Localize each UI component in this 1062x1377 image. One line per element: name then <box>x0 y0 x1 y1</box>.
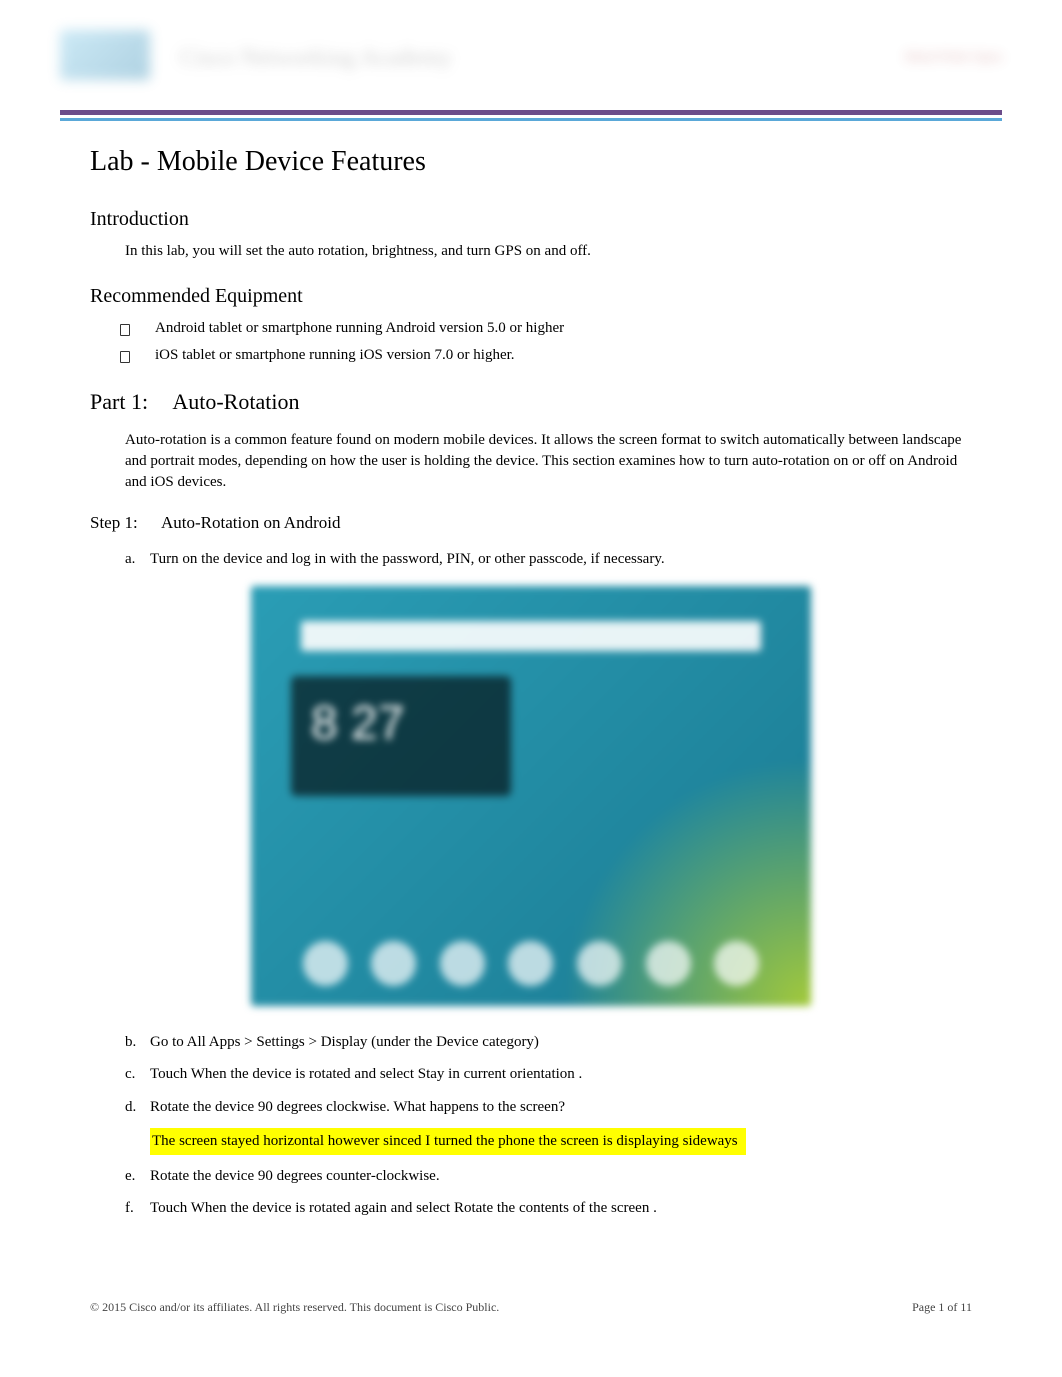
step-letter: e. <box>125 1165 150 1188</box>
list-item: Android tablet or smartphone running And… <box>120 320 972 337</box>
screenshot-app-icon <box>508 941 553 986</box>
screenshot-clock-widget: 8 27 <box>291 676 511 796</box>
step-letter: a. <box>125 548 150 571</box>
cisco-logo <box>60 30 150 80</box>
step-text: Rotate the device 90 degrees counter-clo… <box>150 1165 972 1188</box>
step-item-e: e. Rotate the device 90 degrees counter-… <box>125 1165 972 1188</box>
step-item-f: f. Touch When the device is rotated agai… <box>125 1197 972 1220</box>
screenshot-app-icon <box>303 941 348 986</box>
screenshot-app-icon <box>646 941 691 986</box>
banner-right-text: Mind Wide Open <box>905 50 1002 66</box>
footer: © 2015 Cisco and/or its affiliates. All … <box>60 1300 1002 1315</box>
screenshot-app-icon <box>714 941 759 986</box>
step-items: e. Rotate the device 90 degrees counter-… <box>125 1165 972 1220</box>
screenshot-app-icon <box>371 941 416 986</box>
step-items: b. Go to All Apps > Settings > Display (… <box>125 1031 972 1119</box>
step-item-c: c. Touch When the device is rotated and … <box>125 1063 972 1086</box>
screenshot-dock <box>251 941 811 986</box>
part-title: Auto-Rotation <box>172 389 299 414</box>
step-item-b: b. Go to All Apps > Settings > Display (… <box>125 1031 972 1054</box>
recommended-list: Android tablet or smartphone running And… <box>120 320 972 364</box>
step-number: Step 1: <box>90 513 138 533</box>
step-item-d: d. Rotate the device 90 degrees clockwis… <box>125 1096 972 1119</box>
page-title: Lab - Mobile Device Features <box>90 146 972 178</box>
step-text: Turn on the device and log in with the p… <box>150 548 972 571</box>
step-items: a. Turn on the device and log in with th… <box>125 548 972 571</box>
part-heading: Part 1: Auto-Rotation <box>90 389 972 415</box>
step-letter: b. <box>125 1031 150 1054</box>
step-text: Touch When the device is rotated again a… <box>150 1197 972 1220</box>
document-page: Cisco Networking Academy Mind Wide Open … <box>0 0 1062 1355</box>
header-banner: Cisco Networking Academy Mind Wide Open <box>60 30 1002 100</box>
screenshot-searchbar <box>301 621 761 651</box>
step-heading: Step 1: Auto-Rotation on Android <box>90 513 972 533</box>
android-home-screenshot: 8 27 <box>251 586 811 1006</box>
step-item-a: a. Turn on the device and log in with th… <box>125 548 972 571</box>
footer-copyright: © 2015 Cisco and/or its affiliates. All … <box>90 1300 499 1315</box>
step-letter: c. <box>125 1063 150 1086</box>
document-content: Lab - Mobile Device Features Introductio… <box>60 146 1002 1220</box>
divider-blue <box>60 118 1002 121</box>
introduction-text: In this lab, you will set the auto rotat… <box>125 243 972 260</box>
list-item: iOS tablet or smartphone running iOS ver… <box>120 347 972 364</box>
step-letter: f. <box>125 1197 150 1220</box>
screenshot-container: 8 27 <box>90 586 972 1006</box>
banner-title: Cisco Networking Academy <box>180 45 452 72</box>
step-letter: d. <box>125 1096 150 1119</box>
footer-page: Page 1 of 11 <box>912 1300 972 1315</box>
highlighted-answer-wrapper: The screen stayed horizontal however sin… <box>90 1128 972 1165</box>
step-text: Go to All Apps > Settings > Display (und… <box>150 1031 972 1054</box>
step-text: Touch When the device is rotated and sel… <box>150 1063 972 1086</box>
screenshot-app-icon <box>577 941 622 986</box>
screenshot-app-icon <box>440 941 485 986</box>
part-body: Auto-rotation is a common feature found … <box>125 430 972 493</box>
step-title: Auto-Rotation on Android <box>161 513 340 532</box>
recommended-heading: Recommended Equipment <box>90 285 972 308</box>
highlighted-answer: The screen stayed horizontal however sin… <box>150 1128 746 1155</box>
screenshot-time: 8 27 <box>291 676 511 771</box>
step-text: Rotate the device 90 degrees clockwise. … <box>150 1096 972 1119</box>
divider-purple <box>60 110 1002 115</box>
part-number: Part 1: <box>90 389 148 415</box>
introduction-heading: Introduction <box>90 208 972 231</box>
